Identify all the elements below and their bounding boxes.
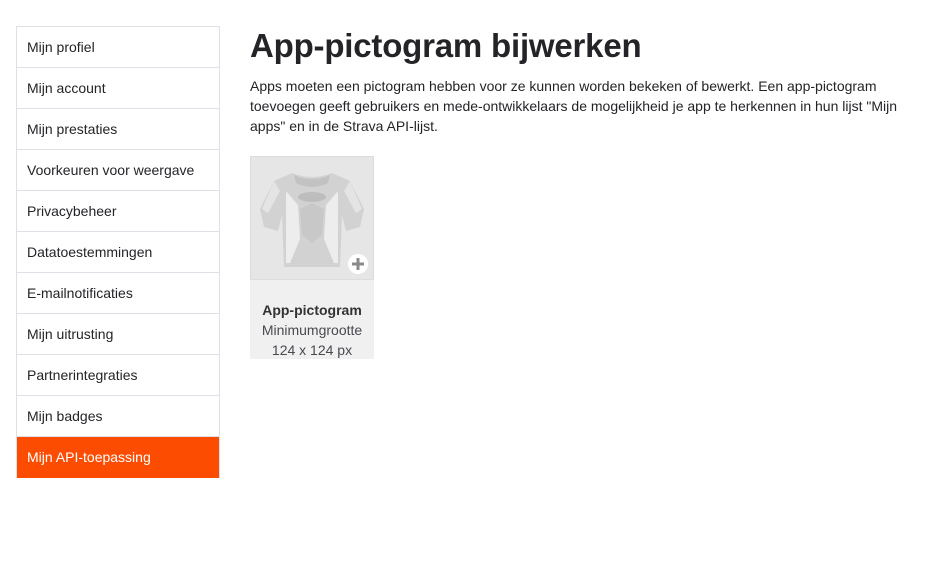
sidebar-item-mijn-uitrusting[interactable]: Mijn uitrusting [17,314,219,355]
sidebar-item-mijn-account[interactable]: Mijn account [17,68,219,109]
plus-icon[interactable] [348,254,368,274]
min-size-label: Minimumgrootte [261,322,363,338]
uploader-caption: App-pictogram Minimumgrootte 124 x 124 p… [250,300,374,360]
sidebar-item-mijn-api-toepassing[interactable]: Mijn API-toepassing [17,437,219,478]
main-content: App-pictogram bijwerken Apps moeten een … [250,26,910,359]
sidebar-item-datatoestemmingen[interactable]: Datatoestemmingen [17,232,219,273]
min-size-value: 124 x 124 px [271,342,353,358]
page-title: App-pictogram bijwerken [250,27,642,64]
uploader-title: App-pictogram [262,302,362,318]
sidebar-item-mijn-badges[interactable]: Mijn badges [17,396,219,437]
app-icon-preview[interactable] [250,156,374,280]
sidebar-item-privacybeheer[interactable]: Privacybeheer [17,191,219,232]
sidebar-item-voorkeuren-voor-weergave[interactable]: Voorkeuren voor weergave [17,150,219,191]
app-icon-uploader[interactable]: App-pictogram Minimumgrootte 124 x 124 p… [250,156,374,359]
sidebar-item-mijn-profiel[interactable]: Mijn profiel [17,27,219,68]
settings-sidebar: Mijn profiel Mijn account Mijn prestatie… [16,26,220,478]
sidebar-item-mijn-prestaties[interactable]: Mijn prestaties [17,109,219,150]
sidebar-item-partnerintegraties[interactable]: Partnerintegraties [17,355,219,396]
sidebar-item-e-mailnotificaties[interactable]: E-mailnotificaties [17,273,219,314]
page-description: Apps moeten een pictogram hebben voor ze… [250,78,898,134]
